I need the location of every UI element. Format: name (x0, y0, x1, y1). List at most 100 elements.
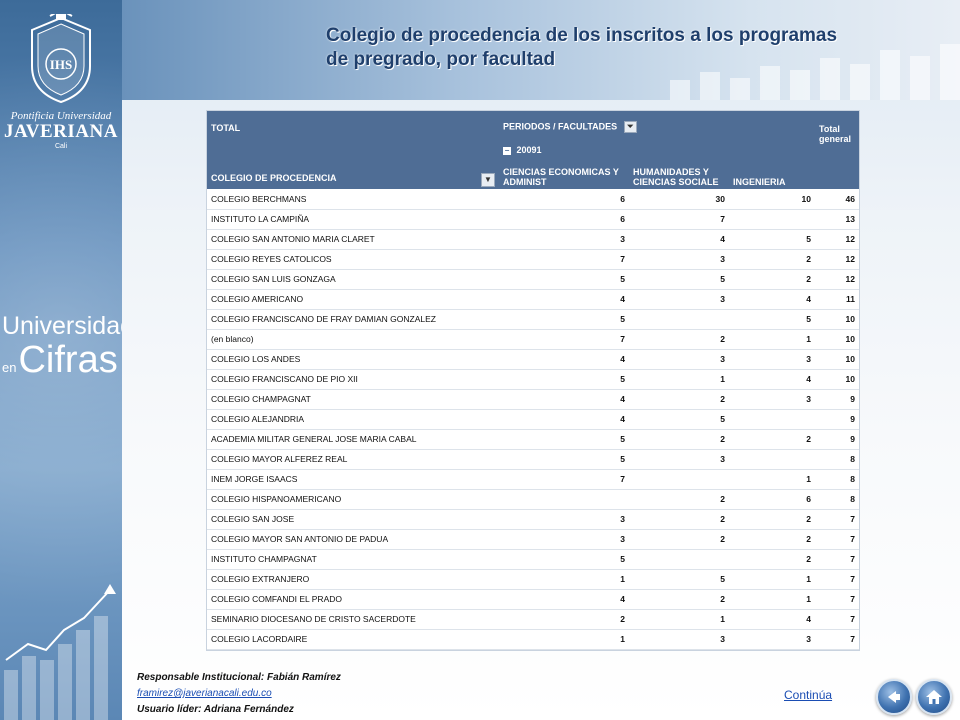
school-name-cell: (en blanco) (207, 329, 499, 350)
pivot-body: COLEGIO BERCHMANS 6 30 10 46 INSTITUTO LA CAM… (207, 189, 859, 650)
cifras-en: en (2, 360, 17, 375)
school-name-cell: ACADEMIA MILITAR GENERAL JOSE MARIA CABA… (207, 429, 499, 450)
school-name-cell: COLEGIO BERCHMANS (207, 189, 499, 210)
back-arrow-icon (888, 691, 900, 703)
faculty2-value-cell: 3 (629, 629, 729, 650)
faculty3-value-cell (729, 409, 815, 430)
faculty1-value-cell: 5 (499, 429, 629, 450)
email-link[interactable]: framirez@javerianacali.edu.co (137, 688, 272, 699)
school-name-cell: COLEGIO LACORDAIRE (207, 629, 499, 650)
faculty1-value-cell: 5 (499, 309, 629, 330)
total-value-cell: 7 (815, 609, 859, 630)
total-value-cell: 12 (815, 249, 859, 270)
dropdown-icon[interactable]: ▼ (481, 173, 495, 187)
table-row: COLEGIO SAN LUIS GONZAGA 5 5 2 12 (207, 269, 859, 290)
faculty1-value-cell (499, 489, 629, 510)
total-value-cell: 11 (815, 289, 859, 310)
school-name-cell: COLEGIO SAN JOSE (207, 509, 499, 530)
period-label: 20091 (516, 145, 542, 155)
faculty2-value-cell: 3 (629, 349, 729, 370)
faculty2-value-cell: 7 (629, 209, 729, 230)
university-name-line2: JAVERIANA (4, 121, 118, 142)
school-name-cell: COLEGIO LOS ANDES (207, 349, 499, 370)
total-value-cell: 12 (815, 269, 859, 290)
faculty1-value-cell: 2 (499, 609, 629, 630)
total-value-cell: 13 (815, 209, 859, 230)
faculty1-value-cell: 4 (499, 409, 629, 430)
table-row: COLEGIO SAN JOSE 3 2 2 7 (207, 509, 859, 530)
faculty1-value-cell: 5 (499, 549, 629, 570)
school-name-cell: COLEGIO FRANCISCANO DE PIO XII (207, 369, 499, 390)
faculty1-value-cell: 7 (499, 469, 629, 490)
school-name-cell: COLEGIO SAN ANTONIO MARIA CLARET (207, 229, 499, 250)
table-row: INSTITUTO LA CAMPIÑA 6 7 13 (207, 209, 859, 230)
university-crest-icon: IHS (31, 14, 91, 104)
filter-icon[interactable]: ⏷ (623, 121, 637, 133)
school-name-cell: INSTITUTO LA CAMPIÑA (207, 209, 499, 230)
table-row: COLEGIO ALEJANDRIA 4 5 9 (207, 409, 859, 430)
faculty1-value-cell: 4 (499, 389, 629, 410)
total-value-cell: 8 (815, 449, 859, 470)
faculty1-value-cell: 3 (499, 509, 629, 530)
table-row: COLEGIO HISPANOAMERICANO 2 6 8 (207, 489, 859, 510)
back-button[interactable] (876, 679, 912, 715)
school-name-cell: SEMINARIO DIOCESANO DE CRISTO SACERDOTE (207, 609, 499, 630)
page-title: Colegio de procedencia de los inscritos … (326, 24, 926, 72)
faculty3-value-cell: 3 (729, 389, 815, 410)
total-value-cell: 7 (815, 629, 859, 650)
total-header-spacer (815, 157, 859, 189)
faculty3-value-cell: 2 (729, 509, 815, 530)
faculty3-value-cell: 1 (729, 329, 815, 350)
row-field-spacer (207, 135, 499, 157)
growth-chart-icon (4, 584, 116, 720)
school-name-cell: INSTITUTO CHAMPAGNAT (207, 549, 499, 570)
faculty1-value-cell: 1 (499, 629, 629, 650)
faculty2-value-cell: 30 (629, 189, 729, 210)
faculty3-value-cell: 2 (729, 429, 815, 450)
table-row: COLEGIO COMFANDI EL PRADO 4 2 1 7 (207, 589, 859, 610)
faculty2-value-cell: 2 (629, 329, 729, 350)
faculty1-value-cell: 4 (499, 349, 629, 370)
faculty1-value-cell: 1 (499, 569, 629, 590)
school-name-cell: COLEGIO HISPANOAMERICANO (207, 489, 499, 510)
school-name-cell: COLEGIO SAN LUIS GONZAGA (207, 269, 499, 290)
continue-link[interactable]: Continúa (784, 688, 832, 702)
collapse-icon[interactable]: − (503, 146, 511, 155)
table-row: INEM JORGE ISAACS 7 1 8 (207, 469, 859, 490)
total-value-cell: 7 (815, 569, 859, 590)
faculty3-value-cell: 5 (729, 229, 815, 250)
crest-letters: IHS (50, 57, 72, 72)
table-row: COLEGIO CHAMPAGNAT 4 2 3 9 (207, 389, 859, 410)
faculty3-value-cell: 6 (729, 489, 815, 510)
table-row: COLEGIO MAYOR SAN ANTONIO DE PADUA 3 2 2 7 (207, 529, 859, 550)
faculty2-value-cell: 3 (629, 449, 729, 470)
faculty2-value-cell: 2 (629, 529, 729, 550)
corner-label: TOTAL (207, 111, 499, 135)
table-row: (en blanco) 7 2 1 10 (207, 329, 859, 350)
table-row: INSTITUTO CHAMPAGNAT 5 2 7 (207, 549, 859, 570)
total-value-cell: 10 (815, 309, 859, 330)
faculty3-value-cell: 4 (729, 289, 815, 310)
faculty1-value-cell: 6 (499, 189, 629, 210)
row-field-header: COLEGIO DE PROCEDENCIA ▼ (207, 157, 499, 189)
faculty3-value-cell: 3 (729, 629, 815, 650)
faculty3-value-cell: 3 (729, 349, 815, 370)
faculty1-value-cell: 7 (499, 329, 629, 350)
total-value-cell: 10 (815, 369, 859, 390)
faculty1-value-cell: 3 (499, 529, 629, 550)
responsable-text: Responsable Institucional: Fabián Ramíre… (137, 672, 341, 683)
university-city: Cali (54, 143, 68, 150)
faculty3-value-cell: 4 (729, 609, 815, 630)
faculty1-value-cell: 4 (499, 289, 629, 310)
faculty1-value-cell: 5 (499, 269, 629, 290)
university-name: Pontificia Universidad JAVERIANA Cali (4, 110, 118, 151)
faculty1-value-cell: 4 (499, 589, 629, 610)
faculty-header-1: CIENCIAS ECONOMICAS Y ADMINIST (499, 157, 629, 189)
total-value-cell: 7 (815, 549, 859, 570)
total-value-cell: 9 (815, 429, 859, 450)
school-name-cell: COLEGIO COMFANDI EL PRADO (207, 589, 499, 610)
faculty2-value-cell (629, 549, 729, 570)
total-value-cell: 7 (815, 589, 859, 610)
school-name-cell: COLEGIO REYES CATOLICOS (207, 249, 499, 270)
home-button[interactable] (916, 679, 952, 715)
